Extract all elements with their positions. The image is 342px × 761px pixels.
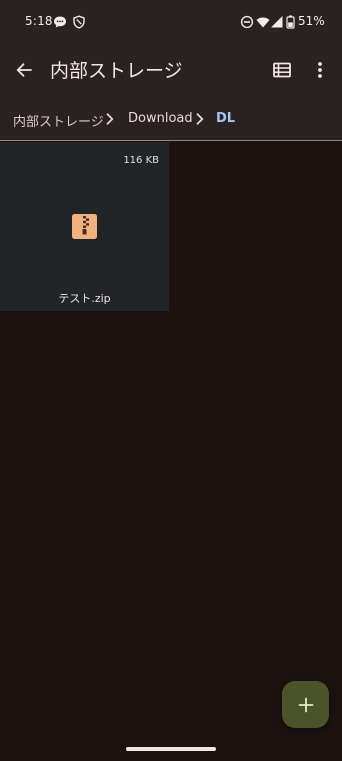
vpn-shield-icon (72, 14, 86, 29)
more-options-button[interactable] (308, 56, 332, 84)
more-vert-icon (318, 62, 322, 78)
breadcrumb-divider (0, 140, 342, 141)
gesture-navigation-bar[interactable] (126, 747, 216, 751)
list-view-icon (273, 62, 291, 78)
create-new-button[interactable] (282, 681, 329, 728)
status-time: 5:18 (25, 14, 53, 28)
plus-icon (298, 697, 313, 712)
list-view-button[interactable] (268, 56, 296, 84)
breadcrumb-item-download[interactable]: Download (128, 111, 193, 126)
wifi-icon (256, 14, 270, 28)
status-bar: 5:18 51% (0, 0, 342, 42)
breadcrumb: 内部ストレージ Download DL (0, 98, 342, 140)
app-bar: 内部ストレージ (0, 42, 342, 98)
cellular-signal-icon (270, 14, 284, 28)
zip-file-icon (72, 214, 97, 239)
file-size: 116 KB (123, 155, 159, 166)
chevron-right-icon (193, 111, 207, 127)
do-not-disturb-icon (240, 14, 254, 29)
breadcrumb-item-internal-storage[interactable]: 内部ストレージ (13, 111, 104, 130)
back-button[interactable] (10, 56, 38, 84)
battery-percentage: 51% (298, 14, 325, 28)
file-name: テスト.zip (58, 292, 111, 305)
breadcrumb-item-dl[interactable]: DL (216, 111, 235, 126)
page-title: 内部ストレージ (50, 60, 183, 82)
message-icon (53, 14, 67, 28)
chevron-right-icon (103, 111, 117, 127)
battery-icon (286, 14, 295, 29)
back-arrow-icon (16, 63, 32, 77)
file-grid-item[interactable]: 116 KB テスト.zip (0, 142, 169, 311)
